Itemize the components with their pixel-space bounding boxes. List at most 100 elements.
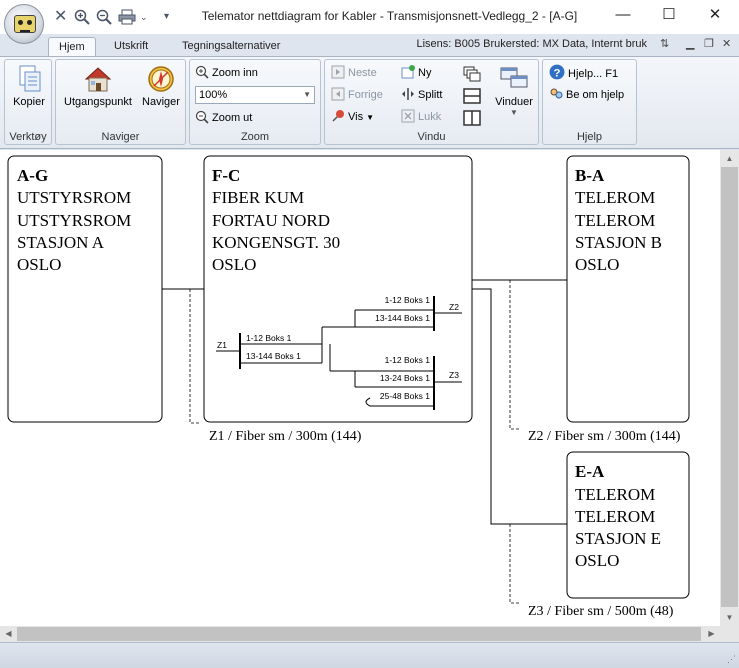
close-icon[interactable]: ✕ <box>692 0 738 30</box>
horizontal-scrollbar[interactable]: ◀ ▶ <box>0 626 720 642</box>
split-icon <box>402 88 414 100</box>
naviger-button[interactable]: Naviger <box>138 64 184 108</box>
vertical-scrollbar[interactable]: ▲ ▼ <box>720 150 739 626</box>
zoom-level-select[interactable]: 100% ▼ <box>195 86 315 104</box>
title-bar: Telemator nettdiagram for Kabler - Trans… <box>0 0 739 34</box>
sort-arrows-icon[interactable]: ⇅ <box>660 37 669 50</box>
vis-label: Vis <box>348 111 364 123</box>
scroll-down-icon[interactable]: ▼ <box>720 609 739 626</box>
node-line: FORTAU NORD <box>212 211 330 230</box>
node-line: TELEROM <box>575 188 655 207</box>
maximize-icon[interactable]: ☐ <box>646 0 692 30</box>
vis-dropdown-icon: ▼ <box>366 113 375 122</box>
group-label-hjelp: Hjelp <box>576 131 603 143</box>
status-bar: ⋰ <box>0 642 739 668</box>
cascade-icon[interactable] <box>463 66 481 82</box>
ny-button[interactable]: Ny <box>401 64 431 82</box>
zoom-level-value: 100% <box>199 89 228 101</box>
forrige-label: Forrige <box>348 89 383 101</box>
ribbon: Kopier Verktøy Utgangspunkt Naviger Navi… <box>0 56 739 149</box>
scroll-up-icon[interactable]: ▲ <box>720 150 739 167</box>
node-line: TELEROM <box>575 507 655 526</box>
diagram-canvas[interactable]: A-G UTSTYRSROM UTSTYRSROM STASJON A OSLO… <box>0 150 720 626</box>
node-line: OSLO <box>575 551 619 570</box>
zoom-inn-label: Zoom inn <box>212 67 258 79</box>
tile-vertical-icon[interactable] <box>463 110 481 126</box>
termination-row: 13-24 Boks 1 <box>380 373 430 383</box>
print-icon[interactable] <box>118 9 136 29</box>
cable-label-z2[interactable]: Z2 / Fiber sm / 300m (144) <box>528 429 681 444</box>
termination-name-z2: Z2 <box>449 302 459 312</box>
group-naviger: Utgangspunkt Naviger Naviger <box>55 59 186 145</box>
minimize-icon[interactable]: — <box>600 0 646 30</box>
termination-row: 13-144 Boks 1 <box>375 313 430 323</box>
vinduer-button[interactable]: Vinduer ▼ <box>491 64 537 117</box>
cable-label-z1[interactable]: Z1 / Fiber sm / 300m (144) <box>209 429 362 444</box>
mdi-restore-icon[interactable]: ❐ <box>704 37 714 50</box>
resize-grip-icon[interactable]: ⋰ <box>727 654 736 665</box>
cable-label-z3[interactable]: Z3 / Fiber sm / 500m (48) <box>528 604 674 619</box>
hjelp-button[interactable]: ? Hjelp... F1 <box>549 64 618 82</box>
close-x-icon[interactable]: ✕ <box>54 9 67 25</box>
mdi-minimize-icon[interactable]: ▁ <box>686 37 694 50</box>
node-line: UTSTYRSROM <box>17 211 131 230</box>
group-verktoy: Kopier Verktøy <box>4 59 52 145</box>
leader-z2 <box>509 280 520 430</box>
ny-label: Ny <box>418 67 432 79</box>
group-label-zoom: Zoom <box>240 131 270 143</box>
node-line: STASJON B <box>575 233 662 252</box>
termination-row: 25-48 Boks 1 <box>380 391 430 401</box>
dropdown-icon[interactable]: ⌄ <box>140 9 148 25</box>
customize-icon[interactable]: ▾ <box>164 9 169 25</box>
tab-utskrift[interactable]: Utskrift <box>104 37 158 56</box>
app-menu-button[interactable] <box>4 4 44 44</box>
group-vindu: Neste Forrige Vis ▼ Ny Splitt Lukk Vindu… <box>324 59 539 145</box>
copy-icon <box>19 65 41 92</box>
ribbon-tab-bar: Hjem Utskrift Tegningsalternativer Lisen… <box>0 34 739 56</box>
cable-line-z3[interactable] <box>472 288 567 525</box>
node-line: OSLO <box>17 255 61 274</box>
mdi-close-icon[interactable]: ✕ <box>722 37 731 50</box>
node-code-ag: A-G <box>17 166 48 185</box>
kopier-button[interactable]: Kopier <box>9 64 49 108</box>
scroll-left-icon[interactable]: ◀ <box>0 626 17 642</box>
be-om-hjelp-button[interactable]: Be om hjelp <box>549 86 624 104</box>
splitt-button[interactable]: Splitt <box>401 86 442 104</box>
tile-horizontal-icon[interactable] <box>463 88 481 104</box>
utgangspunkt-label: Utgangspunkt <box>64 96 132 108</box>
termination-name-z1: Z1 <box>217 340 227 350</box>
vis-button[interactable]: Vis ▼ <box>331 108 374 126</box>
node-code-ba: B-A <box>575 166 605 185</box>
node-line: OSLO <box>212 255 256 274</box>
help-icon: ? <box>549 64 565 80</box>
termination-row: 1-12 Boks 1 <box>246 333 292 343</box>
application-window: Telemator nettdiagram for Kabler - Trans… <box>0 0 739 668</box>
zoom-inn-button[interactable]: Zoom inn <box>195 64 258 82</box>
vinduer-label: Vinduer <box>495 96 533 108</box>
zoom-ut-button[interactable]: Zoom ut <box>195 109 252 127</box>
horizontal-scroll-thumb[interactable] <box>17 627 701 641</box>
scroll-right-icon[interactable]: ▶ <box>703 626 720 642</box>
license-info: Lisens: B005 Brukersted: MX Data, Intern… <box>416 38 647 50</box>
vertical-scroll-thumb[interactable] <box>721 167 738 607</box>
tab-hjem[interactable]: Hjem <box>48 37 96 56</box>
previous-window-icon <box>331 87 345 101</box>
telemator-logo-icon <box>14 15 36 33</box>
tab-tegningsalternativer[interactable]: Tegningsalternativer <box>172 37 290 56</box>
zoom-in-icon[interactable] <box>74 9 90 29</box>
compass-icon <box>148 66 174 92</box>
kopier-label: Kopier <box>13 96 45 108</box>
svg-text:?: ? <box>554 68 561 80</box>
termination-row: 1-12 Boks 1 <box>385 355 431 365</box>
utgangspunkt-button[interactable]: Utgangspunkt <box>59 64 137 108</box>
zoom-out-small-icon <box>195 110 209 124</box>
new-window-icon <box>401 65 415 79</box>
node-line: OSLO <box>575 255 619 274</box>
hjelp-label: Hjelp... F1 <box>568 68 619 80</box>
forrige-button[interactable]: Forrige <box>331 86 383 104</box>
neste-button[interactable]: Neste <box>331 64 377 82</box>
lukk-button[interactable]: Lukk <box>401 108 441 126</box>
node-line: UTSTYRSROM <box>17 188 131 207</box>
leader-z1 <box>189 289 200 424</box>
zoom-out-icon[interactable] <box>96 9 112 29</box>
